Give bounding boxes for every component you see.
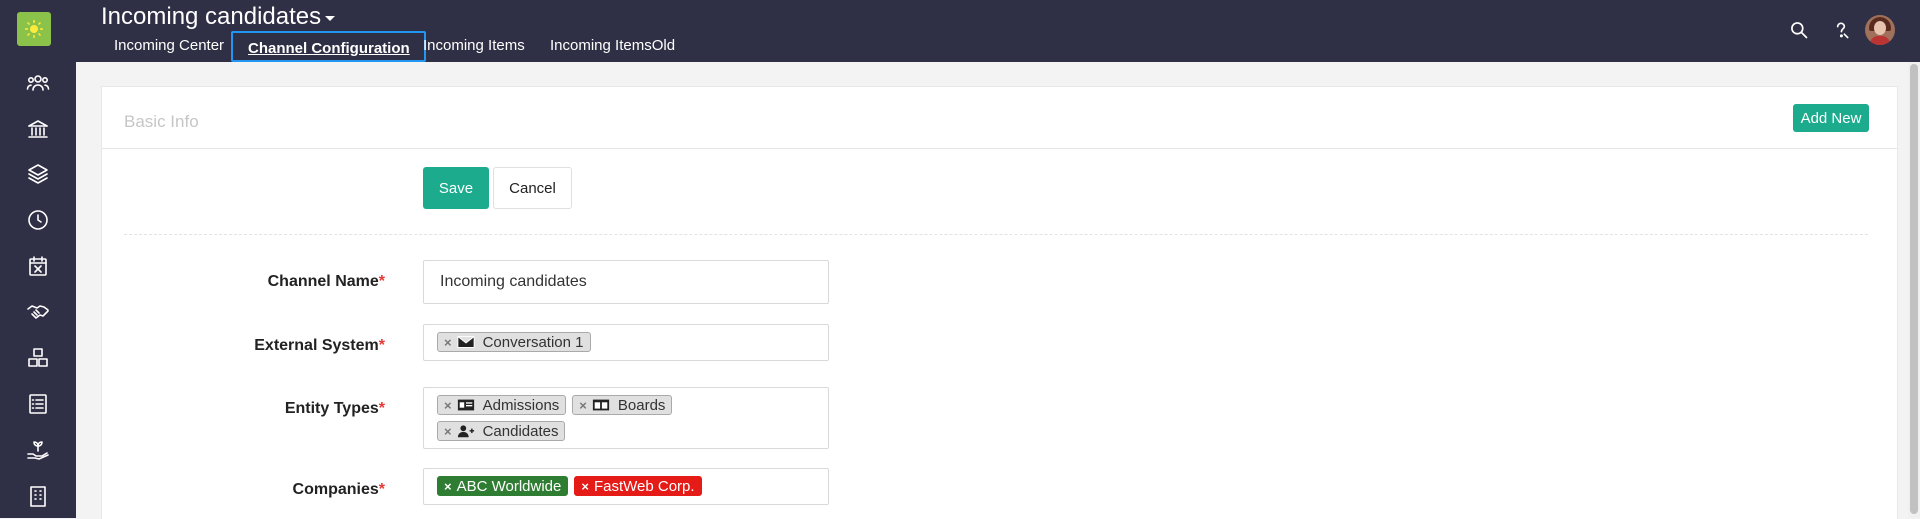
remove-chip-icon[interactable]: × (444, 335, 452, 350)
scrollbar[interactable] (1908, 62, 1920, 518)
company-chip: × ABC Worldwide (437, 476, 569, 496)
user-plus-icon (457, 425, 474, 438)
entity-types-label: Entity Types* (284, 400, 385, 417)
boxes-icon[interactable] (25, 345, 51, 371)
channel-name-input[interactable]: Incoming candidates (423, 260, 829, 304)
tab-incoming-items-old[interactable]: Incoming ItemsOld (550, 37, 675, 54)
avatar[interactable] (1865, 15, 1895, 45)
search-icon[interactable] (1786, 17, 1812, 43)
external-system-chip: × Conversation 1 (437, 332, 591, 352)
caret-down-icon (325, 16, 336, 21)
save-button[interactable]: Save (423, 167, 489, 209)
bank-icon[interactable] (25, 116, 51, 142)
handshake-icon[interactable] (25, 299, 51, 325)
companies-label: Companies* (292, 481, 385, 498)
entity-type-chip: × Boards (572, 395, 673, 415)
companies-select[interactable]: × ABC Worldwide × FastWeb Corp. (423, 468, 829, 505)
logo-icon[interactable] (17, 12, 51, 46)
cancel-button[interactable]: Cancel (493, 167, 572, 209)
remove-chip-icon[interactable]: × (581, 479, 589, 494)
company-chip: × FastWeb Corp. (574, 476, 702, 496)
plant-hand-icon[interactable] (25, 437, 51, 463)
tab-channel-configuration[interactable]: Channel Configuration (231, 31, 426, 62)
tab-incoming-center[interactable]: Incoming Center (114, 37, 224, 54)
channel-name-label: Channel Name* (267, 273, 385, 290)
tab-incoming-items[interactable]: Incoming Items (423, 37, 525, 54)
remove-chip-icon[interactable]: × (444, 424, 452, 439)
board-icon (592, 399, 609, 411)
entity-type-chip: × Admissions (437, 395, 567, 415)
building-icon[interactable] (25, 483, 51, 509)
add-new-button[interactable]: Add New (1793, 104, 1869, 132)
users-icon[interactable] (25, 70, 51, 96)
remove-chip-icon[interactable]: × (444, 479, 452, 494)
sidebar (0, 0, 76, 518)
external-system-select[interactable]: × Conversation 1 (423, 324, 829, 361)
top-bar: Incoming candidates Incoming Center Chan… (76, 0, 1920, 62)
layers-icon[interactable] (25, 161, 51, 187)
external-system-label: External System* (254, 337, 385, 354)
calendar-x-icon[interactable] (25, 253, 51, 279)
remove-chip-icon[interactable]: × (444, 398, 452, 413)
basic-info-card: Basic Info Add New Save Cancel Channel N… (101, 86, 1898, 519)
checklist-icon[interactable] (25, 391, 51, 417)
envelope-icon (457, 336, 475, 348)
remove-chip-icon[interactable]: × (579, 398, 587, 413)
id-card-icon (457, 399, 474, 411)
entity-types-select[interactable]: × Admissions × Boards × Candidates (423, 387, 829, 449)
entity-type-chip: × Candidates (437, 421, 566, 441)
clock-icon[interactable] (25, 207, 51, 233)
page-title: Incoming candidates (101, 3, 322, 30)
divider (102, 148, 1897, 149)
channel-selector[interactable]: Incoming candidates (101, 3, 336, 31)
help-icon[interactable] (1828, 17, 1854, 43)
card-title: Basic Info (124, 112, 199, 131)
divider (124, 234, 1868, 235)
